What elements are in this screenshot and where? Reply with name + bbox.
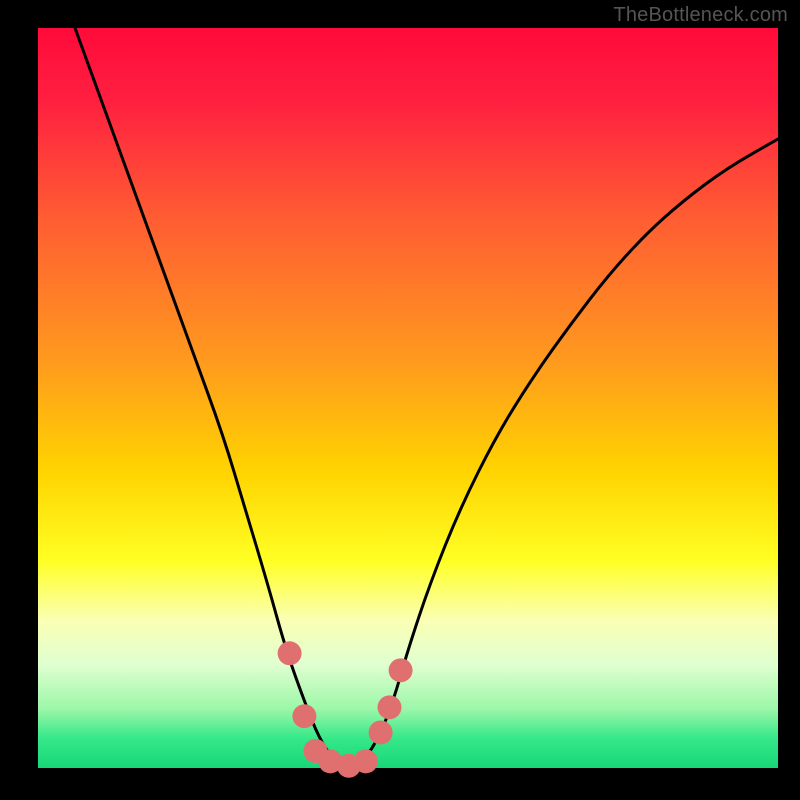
- data-point: [378, 695, 402, 719]
- data-point: [389, 658, 413, 682]
- plot-background: [38, 28, 778, 768]
- data-point: [354, 749, 378, 773]
- data-point: [278, 641, 302, 665]
- data-point: [292, 704, 316, 728]
- watermark-text: TheBottleneck.com: [613, 4, 788, 27]
- chart-container: TheBottleneck.com: [0, 0, 800, 800]
- bottleneck-chart: [0, 0, 800, 800]
- data-point: [369, 720, 393, 744]
